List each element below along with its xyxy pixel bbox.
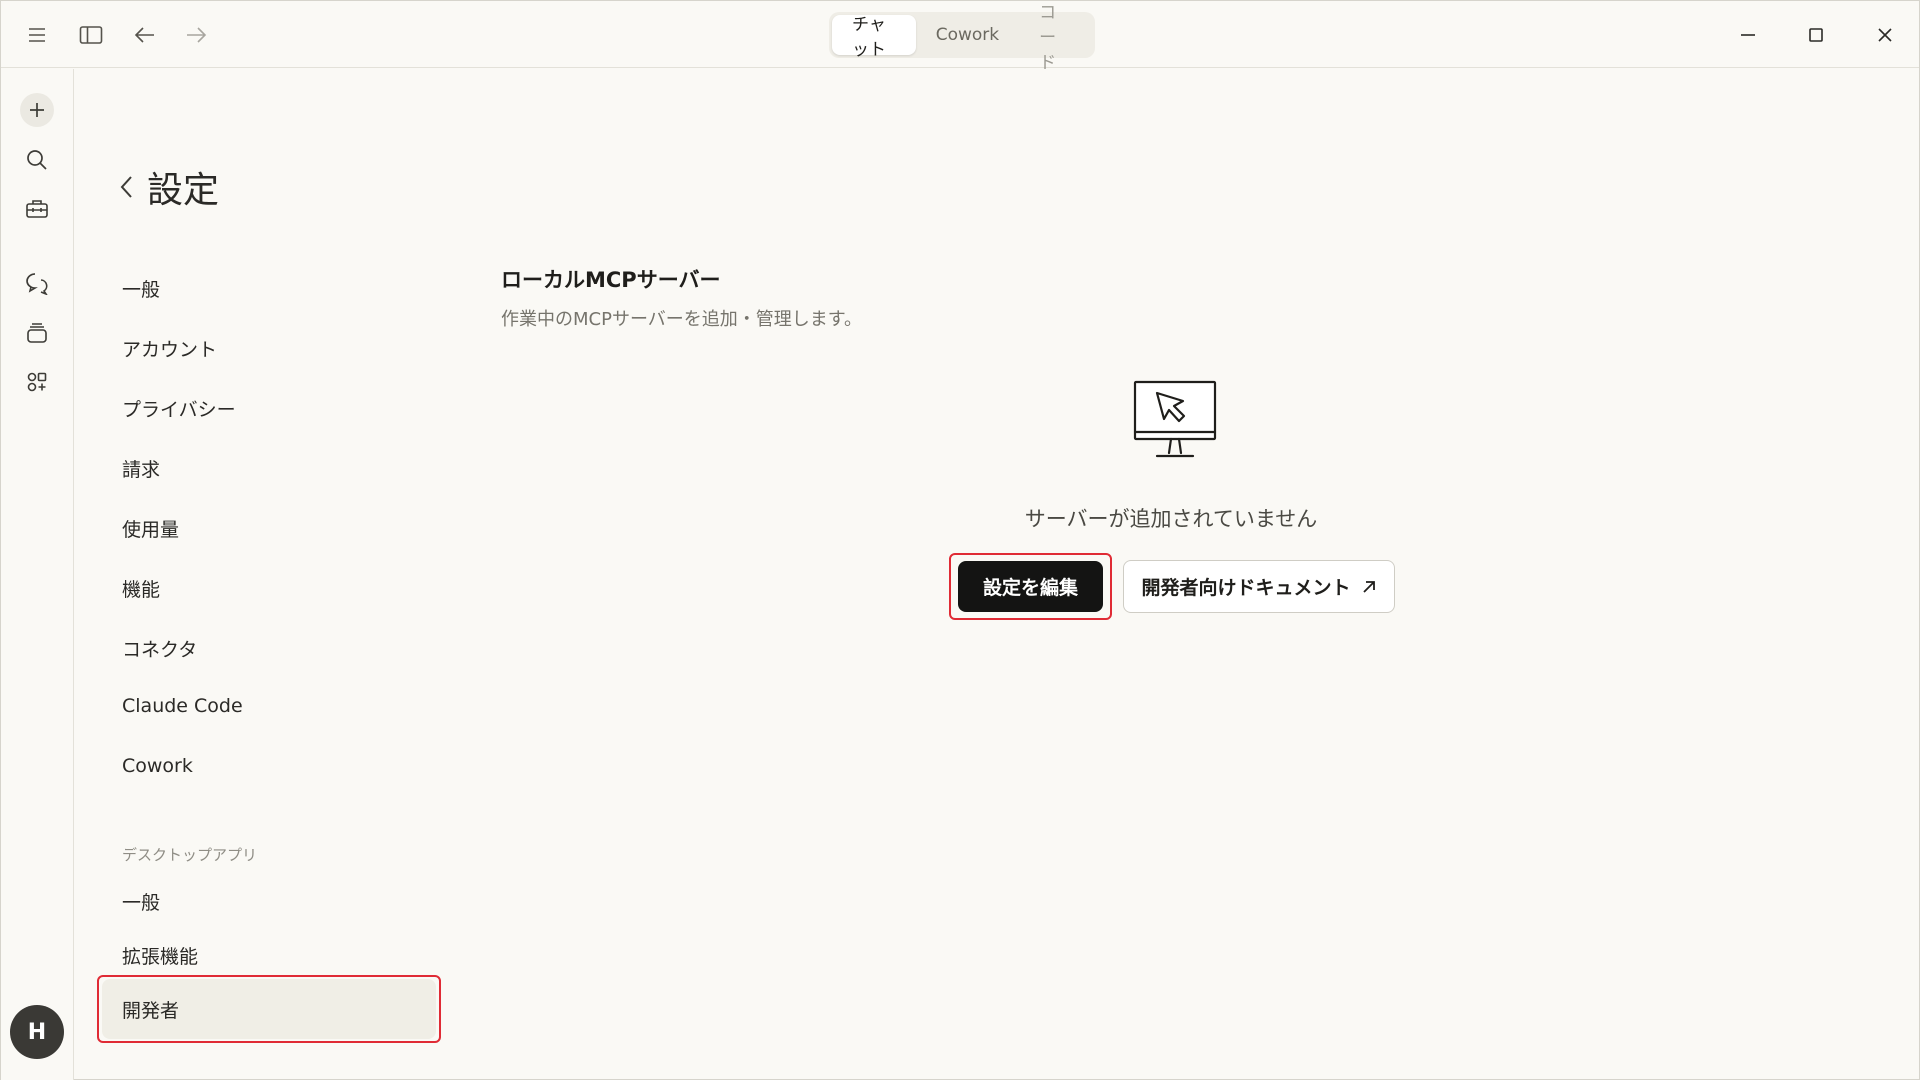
developer-docs-label: 開発者向けドキュメント: [1141, 577, 1351, 599]
external-link-arrow-icon: [1361, 579, 1377, 595]
nav-item-usage[interactable]: 使用量: [122, 515, 179, 542]
empty-state-message: サーバーが追加されていません: [1024, 507, 1318, 531]
plus-icon[interactable]: [20, 93, 54, 127]
minimize-icon[interactable]: [1728, 17, 1768, 53]
monitor-cursor-icon: [1131, 379, 1219, 463]
developer-docs-button[interactable]: 開発者向けドキュメント: [1123, 560, 1395, 613]
forward-arrow-icon[interactable]: [180, 19, 212, 51]
settings-back-link[interactable]: 設定: [119, 161, 219, 213]
nav-item-account[interactable]: アカウント: [122, 335, 217, 362]
mode-switcher: チャット Cowork コード: [829, 3, 1095, 73]
chat-bubbles-icon[interactable]: [20, 266, 54, 300]
nav-item-privacy[interactable]: プライバシー: [122, 395, 236, 422]
desktop-app-section-label: デスクトップアプリ: [122, 846, 258, 864]
sidebar-toggle-icon[interactable]: [75, 19, 107, 51]
search-icon[interactable]: [20, 143, 54, 177]
stack-icon[interactable]: [20, 316, 54, 350]
nav-item-claude-code[interactable]: Claude Code: [122, 695, 243, 717]
apps-icon[interactable]: [20, 365, 54, 399]
chevron-left-icon: [119, 175, 133, 199]
hamburger-menu-icon[interactable]: [21, 19, 53, 51]
nav-item-extensions[interactable]: 拡張機能: [122, 942, 198, 969]
avatar[interactable]: H: [10, 1005, 64, 1059]
nav-item-billing[interactable]: 請求: [122, 455, 160, 482]
close-icon[interactable]: [1865, 17, 1905, 53]
page-title: 設定: [147, 170, 220, 211]
nav-item-connectors[interactable]: コネクタ: [122, 635, 197, 662]
nav-item-cowork[interactable]: Cowork: [122, 755, 193, 777]
back-arrow-icon[interactable]: [129, 19, 161, 51]
section-description: 作業中のMCPサーバーを追加・管理します。: [501, 309, 862, 330]
maximize-icon[interactable]: [1796, 17, 1836, 53]
nav-item-features[interactable]: 機能: [122, 575, 160, 602]
nav-item-general[interactable]: 一般: [122, 275, 160, 302]
edit-config-button[interactable]: 設定を編集: [958, 561, 1103, 612]
briefcase-icon[interactable]: [20, 192, 54, 226]
tab-code[interactable]: コード: [1019, 3, 1092, 73]
title-bar: チャット Cowork コード: [1, 1, 1919, 73]
nav-item-desktop-general[interactable]: 一般: [122, 888, 160, 915]
tab-cowork[interactable]: Cowork: [916, 15, 1019, 55]
left-rail: H: [1, 69, 74, 1080]
section-title: ローカルMCPサーバー: [501, 268, 721, 292]
app-window: チャット Cowork コード H 設定 一般 アカウント プライバシー 請求 …: [0, 0, 1920, 1080]
tab-chat[interactable]: チャット: [832, 15, 916, 60]
nav-item-developer[interactable]: 開発者: [122, 996, 179, 1023]
